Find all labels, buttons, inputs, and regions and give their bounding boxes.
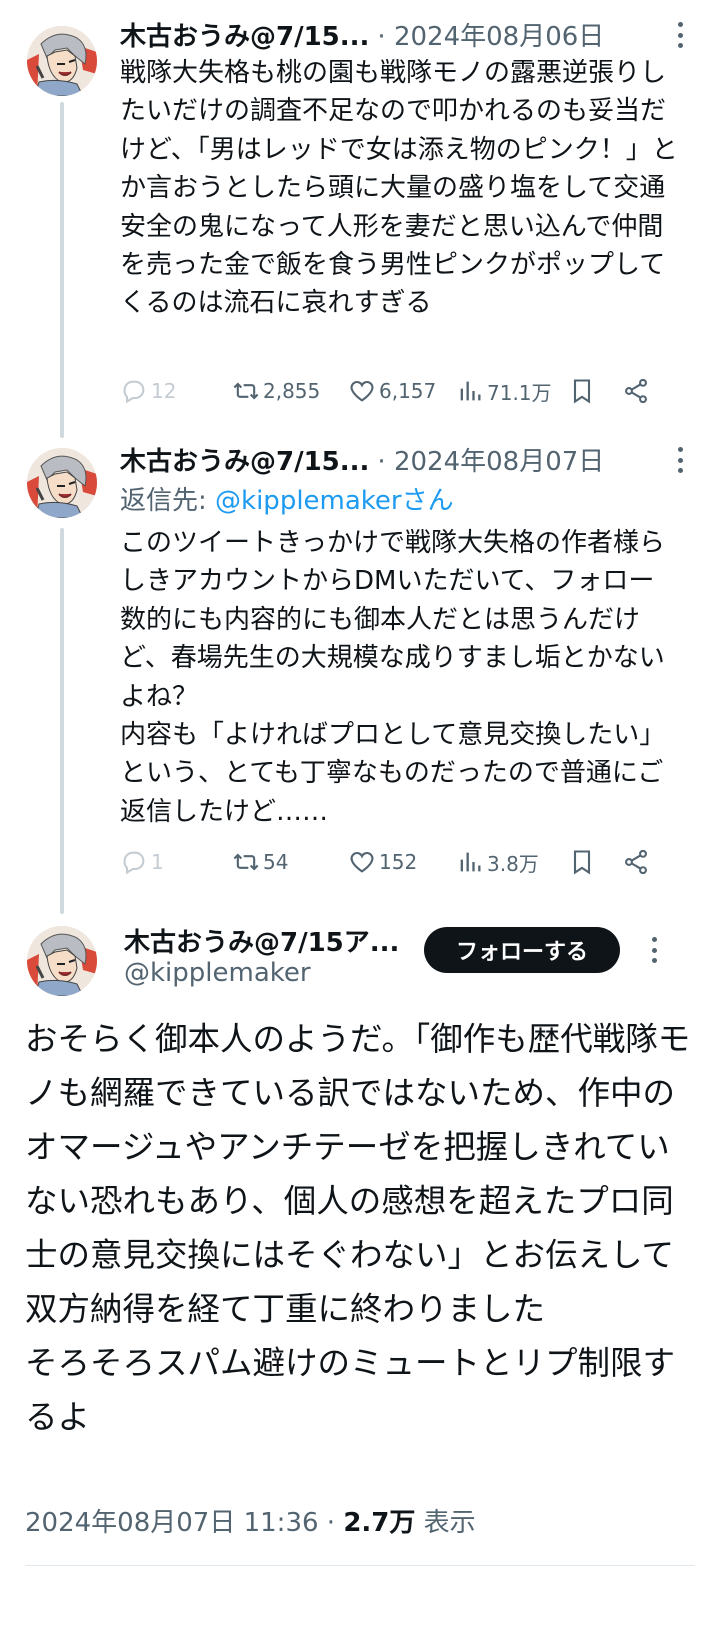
divider — [25, 1565, 695, 1566]
retweet-count: 54 — [263, 850, 289, 874]
reply-count: 1 — [151, 850, 164, 874]
reply-to-handle[interactable]: @kipplemakerさん — [215, 486, 454, 516]
share-icon — [625, 378, 647, 404]
view-count[interactable]: 2.7万 — [343, 1508, 415, 1538]
like-button[interactable]: 152 — [348, 842, 417, 882]
reply-button[interactable]: 12 — [120, 371, 176, 411]
view-count: 71.1万 — [487, 380, 552, 405]
retweet-button[interactable]: 2,855 — [232, 371, 320, 411]
share-button[interactable] — [622, 842, 653, 882]
reply-button[interactable]: 1 — [120, 842, 164, 882]
thread-line — [60, 102, 64, 438]
reply-count: 12 — [151, 379, 177, 403]
views-button[interactable]: 71.1万 — [456, 371, 552, 411]
follow-button[interactable]: フォローする — [424, 927, 620, 973]
reply-icon — [123, 380, 145, 404]
reply-to: 返信先: @kipplemakerさん — [120, 480, 454, 517]
share-button[interactable] — [622, 371, 653, 411]
retweet-icon — [233, 382, 259, 400]
reply-to-label: 返信先: — [120, 486, 216, 516]
more-icon[interactable] — [670, 447, 690, 473]
share-icon — [625, 849, 647, 875]
views-button[interactable]: 3.8万 — [456, 842, 539, 882]
retweet-count: 2,855 — [263, 379, 321, 403]
tweet-date[interactable]: 2024年08月07日 — [394, 447, 604, 477]
avatar[interactable] — [27, 926, 97, 996]
bookmark-icon — [573, 379, 591, 404]
view-count: 3.8万 — [487, 851, 539, 876]
thread-line — [60, 528, 64, 914]
author-handle[interactable]: @kipplemaker — [124, 958, 311, 988]
author-name[interactable]: 木古おうみ@7/15ア... — [124, 922, 399, 959]
avatar[interactable] — [27, 26, 97, 96]
tweet-text: このツイートきっかけで戦隊大失格の作者様らしきアカウントからDMいただいて、フォ… — [120, 528, 666, 827]
like-count: 6,157 — [379, 379, 437, 403]
date-separator: · — [377, 446, 386, 477]
tweet-timestamp[interactable]: 2024年08月07日 11:36 — [25, 1508, 319, 1538]
more-icon[interactable] — [670, 22, 690, 48]
avatar[interactable] — [27, 448, 97, 518]
like-count: 152 — [379, 850, 418, 874]
like-button[interactable]: 6,157 — [348, 371, 436, 411]
retweet-icon — [233, 853, 259, 871]
retweet-button[interactable]: 54 — [232, 842, 288, 882]
tweet-text: おそらく御本人のようだ。「御作も歴代戦隊モノも網羅できている訳ではないため、作中… — [25, 1020, 691, 1436]
tweet-actions: 1 54 152 3.8万 — [120, 842, 660, 882]
views-label: 表示 — [415, 1508, 476, 1538]
views-icon — [460, 381, 481, 401]
views-icon — [460, 852, 481, 872]
like-icon — [350, 380, 374, 402]
tweet-text: 戦隊大失格も桃の園も戦隊モノの露悪逆張りしたいだけの調査不足なので叩かれるのも妥… — [120, 58, 678, 319]
tweet-actions: 12 2,855 6,157 71.1万 — [120, 371, 660, 411]
tweet-date[interactable]: 2024年08月06日 — [394, 22, 604, 52]
reply-icon — [123, 851, 145, 875]
tweet-meta: 2024年08月07日 11:36 · 2.7万 表示 — [25, 1502, 476, 1539]
author-name[interactable]: 木古おうみ@7/15... — [120, 16, 369, 53]
bookmark-button[interactable] — [568, 371, 599, 411]
tweet-header: 木古おうみ@7/15... · 2024年08月07日 — [120, 439, 690, 479]
bookmark-icon — [573, 850, 591, 875]
date-separator: · — [377, 21, 386, 52]
author-name[interactable]: 木古おうみ@7/15... — [120, 441, 369, 478]
more-icon[interactable] — [644, 937, 664, 963]
bookmark-button[interactable] — [568, 842, 599, 882]
tweet-header: 木古おうみ@7/15... · 2024年08月06日 — [120, 14, 690, 54]
meta-separator: · — [318, 1508, 344, 1538]
like-icon — [350, 851, 374, 873]
